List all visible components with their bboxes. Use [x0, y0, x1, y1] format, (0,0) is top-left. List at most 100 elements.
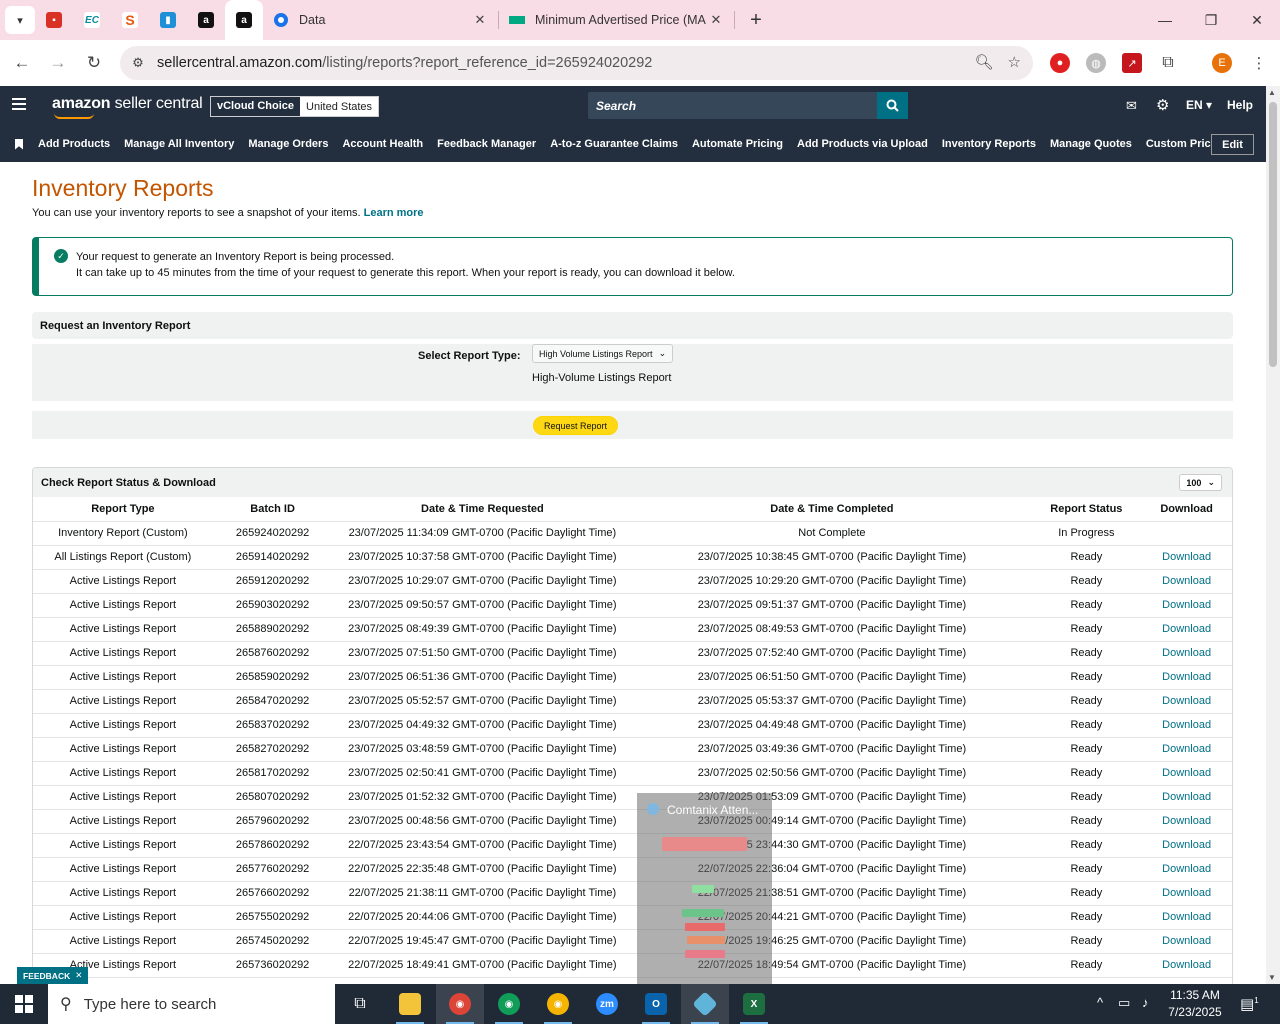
report-type-description: High-Volume Listings Report: [532, 372, 672, 384]
report-type-label: Select Report Type:: [418, 350, 521, 362]
learn-more-link[interactable]: Learn more: [364, 207, 424, 219]
scroll-down-icon[interactable]: ▼: [1268, 973, 1276, 982]
download-link[interactable]: Download: [1141, 737, 1232, 762]
download-link[interactable]: Download: [1141, 569, 1232, 594]
tab-data[interactable]: Data ✕: [263, 0, 498, 40]
download-link[interactable]: Download: [1141, 761, 1232, 786]
download-link[interactable]: Download: [1141, 809, 1232, 834]
task-view-button[interactable]: ⧉: [336, 984, 384, 1024]
pinned-tab-2[interactable]: EC: [73, 0, 111, 40]
windows-start-button[interactable]: [0, 984, 48, 1024]
per-page-select[interactable]: 100 ⌄: [1179, 474, 1222, 491]
scrollbar-thumb[interactable]: [1269, 102, 1277, 367]
download-link[interactable]: Download: [1141, 545, 1232, 570]
close-icon[interactable]: ✕: [472, 12, 488, 28]
table-cell: 23/07/2025 04:49:48 GMT-0700 (Pacific Da…: [632, 713, 1032, 738]
download-link[interactable]: Download: [1141, 833, 1232, 858]
network-icon[interactable]: ▭: [1118, 995, 1130, 1011]
address-bar[interactable]: ⚙ sellercentral.amazon.com/listing/repor…: [120, 46, 1033, 80]
extensions-puzzle-icon[interactable]: ⧉: [1158, 53, 1178, 73]
search-icon[interactable]: [877, 92, 908, 119]
close-window-button[interactable]: ✕: [1234, 0, 1280, 40]
download-link[interactable]: Download: [1141, 881, 1232, 906]
download-link[interactable]: Download: [1141, 713, 1232, 738]
download-link[interactable]: Download: [1141, 905, 1232, 930]
profile-avatar[interactable]: E: [1212, 53, 1232, 73]
download-link[interactable]: Download: [1141, 857, 1232, 882]
volume-icon[interactable]: ♪: [1142, 995, 1149, 1010]
tray-overflow-icon[interactable]: ^: [1097, 995, 1103, 1010]
close-icon[interactable]: ✕: [708, 12, 724, 28]
browser-menu-icon[interactable]: ⋮: [1249, 53, 1269, 73]
taskbar-file-explorer[interactable]: [386, 984, 434, 1024]
download-link[interactable]: Download: [1141, 665, 1232, 690]
forward-button[interactable]: →: [40, 45, 76, 81]
taskbar-chrome-profile-e[interactable]: ◉: [436, 984, 484, 1024]
column-header: Report Type: [33, 497, 213, 522]
nav-manage-orders[interactable]: Manage Orders: [248, 138, 328, 150]
feedback-button[interactable]: FEEDBACK ✕: [17, 967, 89, 984]
language-selector[interactable]: EN ▾: [1186, 98, 1212, 112]
mail-icon[interactable]: ✉: [1126, 98, 1137, 114]
pinned-tab-1[interactable]: ▪: [35, 0, 73, 40]
nav-add-products-upload[interactable]: Add Products via Upload: [797, 138, 928, 150]
taskbar-excel[interactable]: X: [730, 984, 778, 1024]
settings-gear-icon[interactable]: ⚙: [1156, 96, 1169, 114]
download-link[interactable]: Download: [1141, 929, 1232, 954]
download-link[interactable]: Download: [1141, 689, 1232, 714]
notification-center-icon[interactable]: ▤1: [1240, 995, 1259, 1013]
nav-account-health[interactable]: Account Health: [342, 138, 423, 150]
restore-button[interactable]: ❐: [1188, 0, 1234, 40]
globe-icon[interactable]: ◍: [1086, 53, 1106, 73]
tab-map[interactable]: Minimum Advertised Price (MA ✕: [499, 0, 734, 40]
download-link[interactable]: Download: [1141, 953, 1232, 978]
nav-feedback-manager[interactable]: Feedback Manager: [437, 138, 536, 150]
pdf-extension-icon[interactable]: ↗: [1122, 53, 1142, 73]
back-button[interactable]: ←: [4, 45, 40, 81]
taskbar-outlook[interactable]: O: [632, 984, 680, 1024]
bookmark-star-icon[interactable]: ☆: [1008, 53, 1021, 71]
zoom-icon[interactable]: 🔍︎: [975, 53, 994, 71]
app-icon: ▮: [160, 12, 176, 28]
taskbar-chrome-profile-2[interactable]: ◉: [485, 984, 533, 1024]
help-link[interactable]: Help: [1227, 98, 1253, 112]
new-tab-button[interactable]: +: [741, 9, 771, 32]
download-link[interactable]: Download: [1141, 785, 1232, 810]
hamburger-menu-icon[interactable]: [12, 98, 26, 113]
seller-central-logo[interactable]: amazon seller central: [52, 95, 203, 119]
download-link[interactable]: Download: [1141, 593, 1232, 618]
nav-add-products[interactable]: Add Products: [38, 138, 110, 150]
taskbar-search-input[interactable]: ⚲ Type here to search: [48, 984, 335, 1024]
taskbar-app[interactable]: [681, 984, 729, 1024]
floating-app-preview[interactable]: Comtanix Atten...: [637, 793, 772, 984]
pinned-tab-5[interactable]: a: [187, 0, 225, 40]
table-cell: Active Listings Report: [33, 569, 213, 594]
taskbar-clock[interactable]: 11:35 AM 7/23/2025: [1160, 987, 1230, 1021]
tab-search-button[interactable]: ▾: [5, 6, 35, 34]
account-switcher[interactable]: vCloud Choice United States: [210, 96, 380, 117]
download-link[interactable]: Download: [1141, 641, 1232, 666]
nav-automate-pricing[interactable]: Automate Pricing: [692, 138, 783, 150]
pinned-tab-active[interactable]: a: [225, 0, 263, 40]
reload-button[interactable]: ↻: [76, 45, 112, 81]
edit-nav-button[interactable]: Edit: [1211, 134, 1254, 155]
pinned-tab-3[interactable]: S: [111, 0, 149, 40]
nav-inventory-reports[interactable]: Inventory Reports: [942, 138, 1036, 150]
page-scrollbar[interactable]: ▲ ▼: [1266, 86, 1280, 984]
extension-icon[interactable]: ●: [1050, 53, 1070, 73]
pinned-tab-4[interactable]: ▮: [149, 0, 187, 40]
minimize-button[interactable]: —: [1142, 0, 1188, 40]
bookmark-icon[interactable]: [15, 138, 23, 150]
site-info-icon[interactable]: ⚙: [128, 53, 148, 73]
close-icon[interactable]: ✕: [75, 970, 82, 981]
nav-manage-all-inventory[interactable]: Manage All Inventory: [124, 138, 234, 150]
request-report-button[interactable]: Request Report: [533, 416, 619, 435]
seller-search-input[interactable]: Search: [588, 92, 908, 119]
report-type-select[interactable]: High Volume Listings Report ⌄: [532, 344, 674, 363]
nav-a-to-z-claims[interactable]: A-to-z Guarantee Claims: [550, 138, 678, 150]
download-link[interactable]: Download: [1141, 617, 1232, 642]
taskbar-zoom[interactable]: zm: [583, 984, 631, 1024]
taskbar-chrome-profile-3[interactable]: ◉: [534, 984, 582, 1024]
scroll-up-icon[interactable]: ▲: [1268, 88, 1276, 97]
nav-manage-quotes[interactable]: Manage Quotes: [1050, 138, 1132, 150]
